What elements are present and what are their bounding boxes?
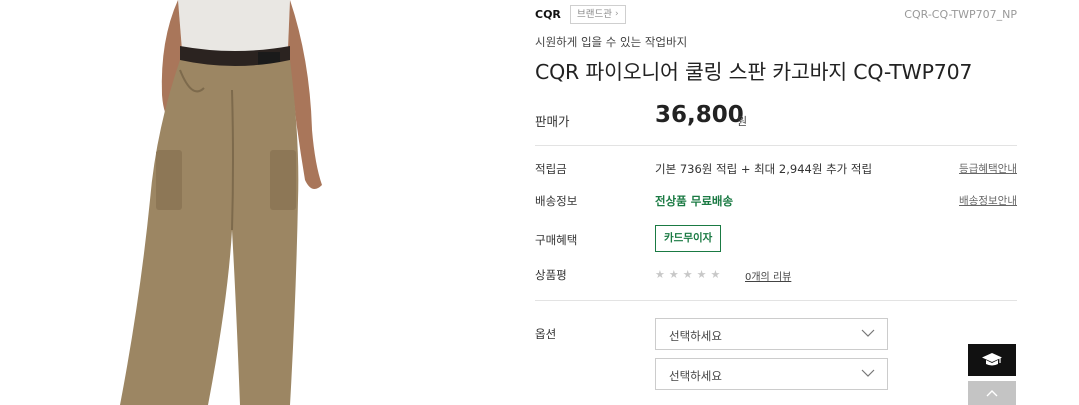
chevron-right-icon: ›: [614, 9, 619, 19]
star-icon: ★: [696, 268, 707, 281]
divider: [535, 300, 1017, 301]
star-icon: ★: [710, 268, 721, 281]
shipping-row: 배송정보 전상품 무료배송 배송정보안내: [535, 190, 1017, 212]
shipping-value: 전상품 무료배송: [655, 194, 734, 208]
shipping-info-link[interactable]: 배송정보안내: [959, 193, 1017, 208]
product-title: CQR 파이오니어 쿨링 스판 카고바지 CQ-TWP707: [535, 60, 973, 84]
graduation-cap-icon: [982, 353, 1002, 366]
chevron-down-icon: [861, 369, 875, 377]
brand-row: CQR 브랜드관 › CQR-CQ-TWP707_NP: [535, 5, 1017, 25]
star-icon: ★: [655, 268, 665, 281]
price-value: 36,800: [655, 102, 744, 128]
review-label: 상품평: [535, 268, 567, 282]
price-row: 판매가 36,800 원: [535, 102, 1017, 132]
brand-shop-link[interactable]: 브랜드관 ›: [570, 5, 626, 24]
option-select-2[interactable]: 선택하세요: [655, 358, 888, 390]
option-select-1[interactable]: 선택하세요: [655, 318, 888, 350]
points-label: 적립금: [535, 162, 567, 176]
interest-free-badge[interactable]: 카드무이자: [655, 225, 722, 252]
brand-shop-link-label: 브랜드관: [577, 9, 612, 20]
review-count-link[interactable]: 0개의 리뷰: [745, 268, 791, 283]
option-select-value: 선택하세요: [669, 369, 722, 383]
points-value: 기본 736원 적립 + 최대 2,944원 추가 적립: [655, 162, 873, 176]
chevron-down-icon: [861, 329, 875, 337]
product-subtitle: 시원하게 입을 수 있는 작업바지: [535, 35, 688, 49]
price-unit: 원: [737, 115, 748, 128]
scroll-top-button[interactable]: [968, 381, 1016, 405]
option-label: 옵션: [535, 327, 557, 341]
divider: [535, 145, 1017, 146]
product-image: [100, 0, 370, 405]
review-row: 상품평 ★ ★ ★ ★ ★ 0개의 리뷰: [535, 264, 1017, 286]
brand-name: CQR: [535, 8, 561, 21]
benefit-label: 구매혜택: [535, 233, 578, 247]
option-select-value: 선택하세요: [669, 329, 722, 343]
points-row: 적립금 기본 736원 적립 + 최대 2,944원 추가 적립 등급혜택안내: [535, 158, 1017, 180]
shipping-label: 배송정보: [535, 194, 578, 208]
rating-stars: ★ ★ ★ ★ ★: [655, 268, 720, 281]
star-icon: ★: [682, 268, 693, 281]
price-label: 판매가: [535, 114, 570, 129]
model-code: CQR-CQ-TWP707_NP: [904, 8, 1017, 21]
star-icon: ★: [668, 268, 679, 281]
benefit-row: 구매혜택 카드무이자: [535, 225, 1017, 253]
chevron-up-icon: [986, 390, 998, 397]
floating-guide-button[interactable]: [968, 344, 1016, 376]
grade-benefit-link[interactable]: 등급혜택안내: [959, 161, 1017, 176]
product-info: CQR 브랜드관 › CQR-CQ-TWP707_NP 시원하게 입을 수 있는…: [535, 0, 1017, 405]
